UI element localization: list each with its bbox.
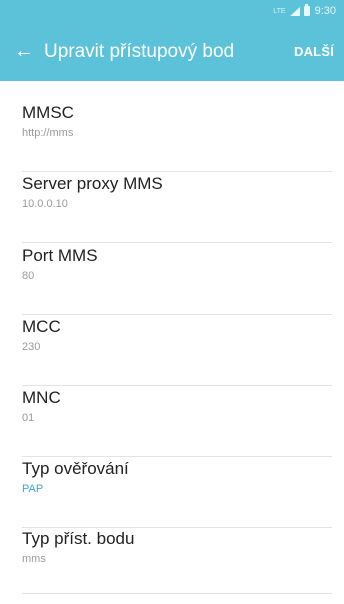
setting-auth-type[interactable]: Typ ověřování PAP (22, 459, 332, 528)
setting-value: 01 (22, 412, 35, 424)
signal-icon (289, 6, 300, 16)
setting-label: MMSC (22, 103, 74, 122)
setting-mms-port[interactable]: Port MMS 80 (22, 246, 332, 315)
setting-value: 10.0.0.10 (22, 198, 68, 210)
setting-mnc[interactable]: MNC 01 (22, 388, 332, 457)
next-button[interactable]: DALŠÍ (294, 44, 344, 59)
setting-value: mms (22, 553, 46, 565)
setting-label: MNC (22, 388, 61, 407)
setting-label: Typ příst. bodu (22, 529, 135, 548)
setting-apn-type[interactable]: Typ příst. bodu mms (22, 529, 332, 594)
status-time: 9:30 (314, 5, 336, 17)
lte-icon: LTE (273, 7, 286, 15)
status-bar: LTE 9:30 (0, 0, 344, 22)
setting-mcc[interactable]: MCC 230 (22, 317, 332, 386)
setting-value: http://mms (22, 127, 74, 139)
back-button[interactable]: ← (4, 40, 44, 63)
setting-value: 230 (22, 341, 41, 353)
setting-label: Server proxy MMS (22, 174, 163, 193)
setting-label: MCC (22, 317, 61, 336)
setting-mmsc[interactable]: MMSC http://mms (22, 103, 332, 172)
page-title: Upravit přístupový bod (44, 40, 235, 62)
setting-label: Typ ověřování (22, 459, 129, 478)
arrow-left-icon: ← (14, 40, 34, 62)
battery-icon (303, 4, 310, 16)
setting-mms-proxy[interactable]: Server proxy MMS 10.0.0.10 (22, 174, 332, 243)
setting-value: 80 (22, 270, 35, 282)
setting-value: PAP (22, 483, 44, 495)
setting-label: Port MMS (22, 246, 98, 265)
app-bar: ← Upravit přístupový bod DALŠÍ (0, 22, 344, 81)
